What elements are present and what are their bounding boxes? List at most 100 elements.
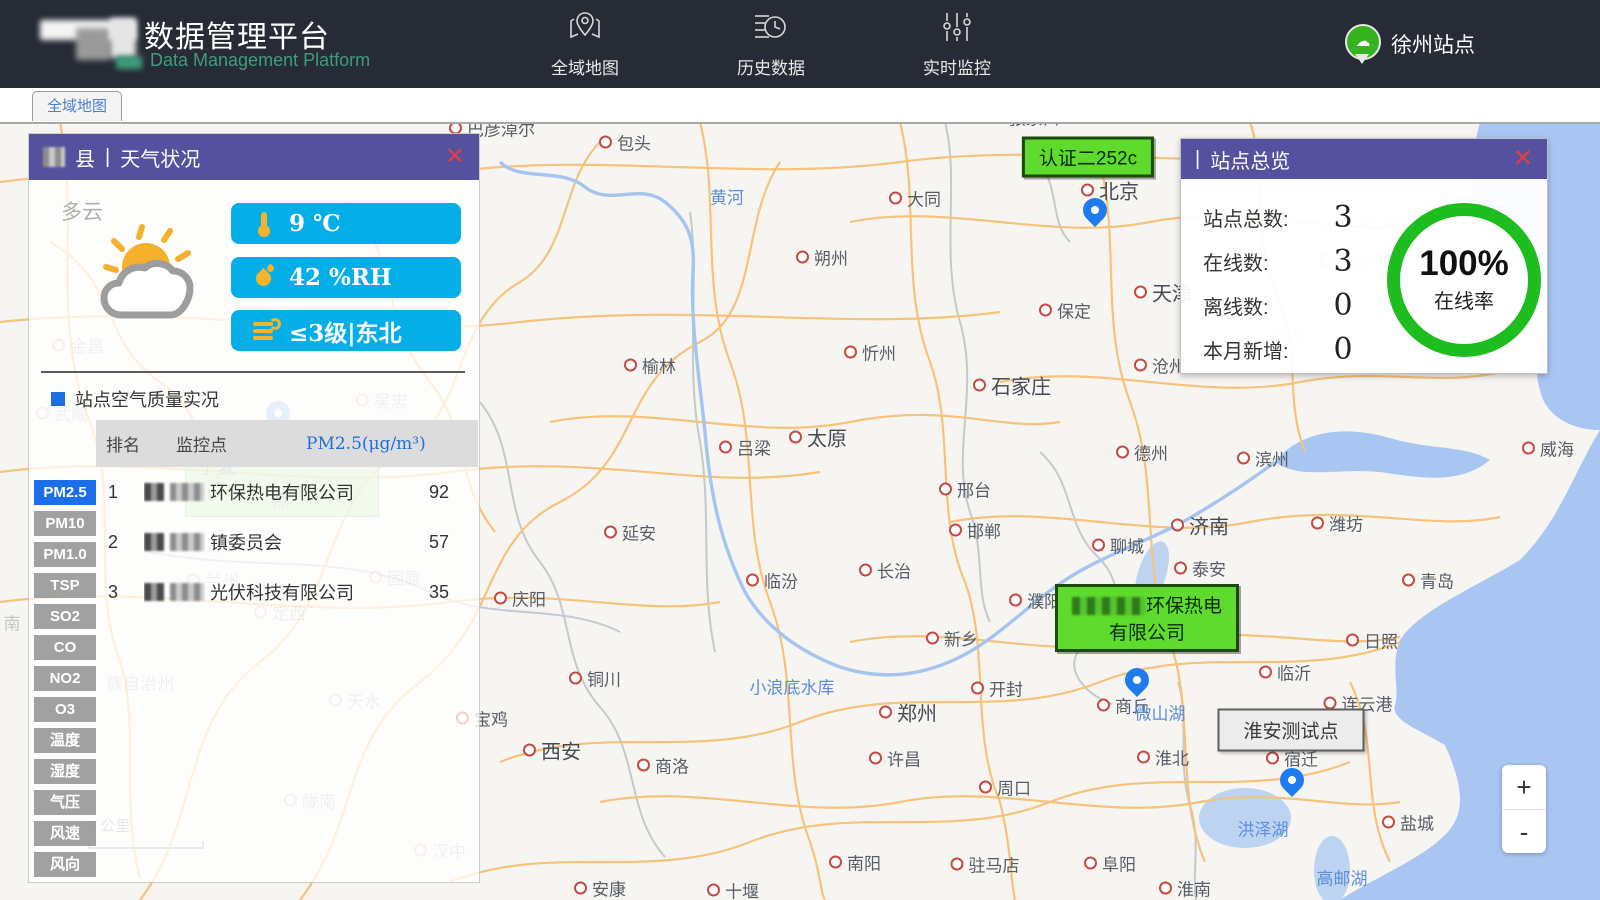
- main-nav: 全域地图 历史数据 实时监控: [540, 0, 1002, 88]
- blue-square-bullet: [51, 392, 65, 406]
- close-icon[interactable]: ✕: [445, 145, 465, 169]
- redacted-county-name: [43, 147, 65, 167]
- map-label-test-point[interactable]: 淮安测试点: [1217, 709, 1364, 752]
- param-button-NO2[interactable]: NO2: [34, 666, 96, 691]
- app-subtitle: Data Management Platform: [150, 50, 370, 71]
- param-button-温度[interactable]: 温度: [34, 728, 96, 753]
- map-water-label: 高邮湖: [1317, 865, 1368, 890]
- overview-stat-row: 在线数:3: [1203, 239, 1365, 283]
- map-city-label: 石家庄: [973, 371, 1051, 400]
- map-city-label: 许昌: [869, 746, 921, 771]
- param-button-PM2.5[interactable]: PM2.5: [34, 480, 96, 505]
- map-city-label: 南: [4, 610, 21, 635]
- stat-label: 本月新增:: [1203, 335, 1321, 364]
- map-pin-icon: [567, 9, 603, 50]
- map-label-company-station[interactable]: 环保热电 有限公司: [1055, 584, 1239, 652]
- zoom-in-button[interactable]: +: [1502, 765, 1546, 810]
- aqi-rank: 2: [96, 532, 144, 553]
- map-city-label: 济南: [1171, 511, 1229, 540]
- stat-label: 站点总数:: [1203, 203, 1321, 232]
- map-city-label: 聊城: [1092, 533, 1144, 558]
- param-button-TSP[interactable]: TSP: [34, 573, 96, 598]
- map-city-label: 太原: [789, 423, 847, 452]
- redacted-text: [170, 583, 204, 601]
- param-button-CO[interactable]: CO: [34, 635, 96, 660]
- weather-panel: 县 | 天气状况 ✕ 多云 9 ℃ 42 %RH ≤3级|东北 站点空气质量实况: [28, 133, 480, 883]
- map-city-label: 郑州: [879, 698, 937, 727]
- map-city-label: 商洛: [637, 753, 689, 778]
- map-city-label: 开封: [971, 676, 1023, 701]
- map-city-label: 阜阳: [1084, 851, 1136, 876]
- station-selector-label: 徐州站点: [1391, 29, 1475, 59]
- map-label-cert-station[interactable]: 认证二252c: [1022, 137, 1154, 178]
- map-city-label: 西安: [523, 736, 581, 765]
- nav-global-map[interactable]: 全域地图: [540, 9, 630, 79]
- close-icon[interactable]: ✕: [1513, 147, 1533, 171]
- param-button-气压[interactable]: 气压: [34, 790, 96, 815]
- aqi-table-row: 3光伏科技有限公司35: [96, 567, 478, 617]
- humidity-metric: 42 %RH: [231, 257, 461, 298]
- map-city-label: 潍坊: [1311, 511, 1363, 536]
- stat-value: 3: [1321, 244, 1365, 279]
- nav-history-data[interactable]: 历史数据: [726, 9, 816, 79]
- redacted-text: [170, 533, 204, 551]
- sun-cloud-icon: [84, 219, 214, 334]
- param-button-风向[interactable]: 风向: [34, 852, 96, 877]
- map-city-label: 盐城: [1382, 810, 1434, 835]
- param-button-SO2[interactable]: SO2: [34, 604, 96, 629]
- param-button-PM1.0[interactable]: PM1.0: [34, 542, 96, 567]
- param-button-O3[interactable]: O3: [34, 697, 96, 722]
- aqi-table-row: 2镇委员会57: [96, 517, 478, 567]
- zoom-out-button[interactable]: -: [1502, 810, 1546, 854]
- parameter-buttons: PM2.5 PM10 PM1.0 TSP SO2 CO NO2 O3 温度湿度气压风速风向: [34, 480, 96, 883]
- wind-metric: ≤3级|东北: [231, 310, 461, 351]
- aqi-site-name: 环保热电有限公司: [144, 479, 400, 505]
- station-selector[interactable]: ☁ 徐州站点: [1345, 24, 1475, 64]
- map-city-label: 朔州: [796, 245, 848, 270]
- map-city-label: 周口: [979, 775, 1031, 800]
- overview-panel-header: | 站点总览 ✕: [1181, 139, 1547, 179]
- map-city-label: 保定: [1039, 298, 1091, 323]
- map-water-label: 微山湖: [1135, 700, 1186, 725]
- map-city-label: 包头: [599, 130, 651, 155]
- map-zoom-control: + -: [1502, 765, 1546, 853]
- overview-panel-title: 站点总览: [1210, 145, 1290, 174]
- divider: [41, 371, 465, 373]
- map-city-label: 大同: [889, 186, 941, 211]
- aqi-table-header: 排名 监控点 PM2.5(μg/m³): [96, 420, 478, 467]
- wind-icon: [253, 318, 275, 344]
- map-city-label: 铜川: [569, 666, 621, 691]
- redacted-text: [1072, 597, 1146, 615]
- map-city-label: 滨州: [1237, 446, 1289, 471]
- param-button-风速[interactable]: 风速: [34, 821, 96, 846]
- stat-value: 0: [1321, 332, 1365, 367]
- sliders-icon: [939, 9, 975, 50]
- redacted-text: [144, 483, 164, 501]
- tab-global-map[interactable]: 全域地图: [32, 91, 122, 121]
- map-city-label: 青岛: [1402, 568, 1454, 593]
- aqi-value: 92: [400, 482, 478, 503]
- nav-label: 全域地图: [551, 54, 619, 79]
- param-button-PM10[interactable]: PM10: [34, 511, 96, 536]
- online-rate-value: 100%: [1419, 246, 1509, 281]
- aqi-section-header: 站点空气质量实况: [51, 386, 219, 412]
- aqi-ranking-table: 排名 监控点 PM2.5(μg/m³) 1环保热电有限公司922镇委员会573光…: [96, 420, 478, 617]
- param-button-湿度[interactable]: 湿度: [34, 759, 96, 784]
- stat-label: 离线数:: [1203, 291, 1321, 320]
- map-city-label: 安康: [574, 876, 626, 900]
- weather-panel-header: 县 | 天气状况 ✕: [29, 134, 479, 180]
- aqi-rank: 3: [96, 582, 144, 603]
- map-city-label: 驻马店: [951, 852, 1020, 877]
- nav-label: 实时监控: [923, 54, 991, 79]
- weather-title-county: 县: [75, 143, 95, 172]
- map-city-label: 邯郸: [949, 518, 1001, 543]
- online-rate-label: 在线率: [1434, 285, 1494, 314]
- humidity-icon: [253, 265, 275, 291]
- map-city-label: 临汾: [746, 568, 798, 593]
- stat-value: 3: [1321, 200, 1365, 235]
- map-city-label: 长治: [859, 558, 911, 583]
- history-clock-icon: [753, 9, 789, 50]
- map-city-label: 庆阳: [494, 586, 546, 611]
- map-city-label: 榆林: [624, 353, 676, 378]
- nav-realtime-monitor[interactable]: 实时监控: [912, 9, 1002, 79]
